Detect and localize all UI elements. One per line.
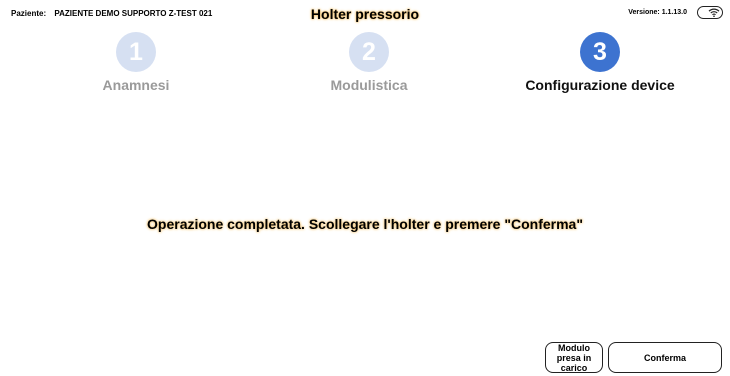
step-label: Configurazione device [525, 77, 675, 93]
step-label: Modulistica [330, 77, 408, 93]
connection-toggle[interactable] [697, 6, 723, 19]
step-modulistica: 2 Modulistica [279, 32, 459, 93]
step-configurazione-device: 3 Configurazione device [510, 32, 690, 93]
version-label: Versione: 1.1.13.0 [628, 9, 687, 16]
confirm-button[interactable]: Conferma [608, 342, 722, 373]
modulo-presa-in-carico-button[interactable]: Modulo presa in carico [545, 342, 603, 373]
step-number-badge: 3 [580, 32, 620, 72]
step-number-badge: 1 [116, 32, 156, 72]
step-number-badge: 2 [349, 32, 389, 72]
step-label: Anamnesi [102, 77, 170, 93]
wifi-icon [708, 8, 720, 17]
completion-message: Operazione completata. Scollegare l'holt… [147, 216, 583, 232]
app-title: Holter pressorio [310, 6, 420, 22]
step-anamnesi: 1 Anamnesi [46, 32, 226, 93]
